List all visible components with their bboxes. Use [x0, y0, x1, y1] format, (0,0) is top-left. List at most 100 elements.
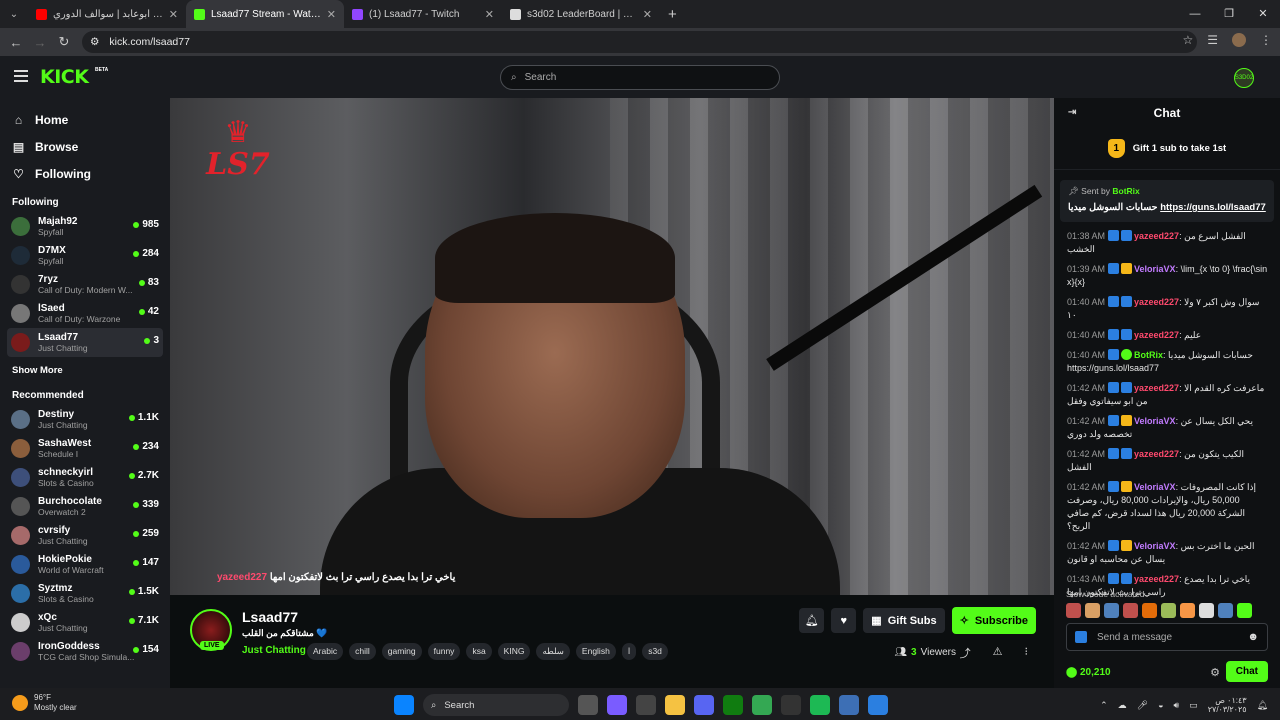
- mic-icon[interactable]: 🎤︎: [1137, 700, 1148, 711]
- stream-tag[interactable]: funny: [427, 643, 461, 660]
- emote-icon[interactable]: [1066, 603, 1081, 618]
- follow-button[interactable]: ♥: [831, 608, 857, 633]
- stream-category[interactable]: Just Chatting: [242, 645, 306, 656]
- stream-tag[interactable]: ksa: [466, 643, 492, 660]
- chat-input[interactable]: Send a message ☻: [1066, 623, 1268, 651]
- stream-tag[interactable]: gaming: [381, 643, 422, 660]
- stream-tag[interactable]: سلطه: [536, 643, 570, 660]
- collapse-chat-icon[interactable]: ⇥: [1068, 107, 1076, 118]
- kick-logo[interactable]: KICK: [40, 66, 89, 88]
- forward-icon[interactable]: →: [28, 35, 52, 50]
- streamer-name[interactable]: Lsaad77: [242, 609, 298, 625]
- send-chat-button[interactable]: Chat: [1225, 661, 1268, 682]
- steam-icon[interactable]: [781, 695, 801, 715]
- message-username[interactable]: yazeed227: [1134, 383, 1179, 393]
- show-more-link[interactable]: Show More: [0, 357, 170, 380]
- file-explorer-icon[interactable]: [665, 695, 685, 715]
- message-username[interactable]: yazeed227: [1134, 330, 1179, 340]
- notification-icon[interactable]: 🔔︎: [1257, 700, 1268, 711]
- close-window-icon[interactable]: ✕: [1246, 0, 1280, 28]
- sidebar-channel[interactable]: xQc Just Chatting 7.1K: [7, 608, 163, 637]
- hamburger-menu-icon[interactable]: [14, 70, 28, 82]
- stream-tag[interactable]: s3d: [642, 643, 668, 660]
- close-tab-icon[interactable]: ✕: [485, 8, 494, 21]
- close-tab-icon[interactable]: ✕: [327, 8, 336, 21]
- copilot-icon[interactable]: [607, 695, 627, 715]
- tab-search-icon[interactable]: ⌄: [0, 0, 28, 28]
- message-username[interactable]: yazeed227: [1134, 231, 1179, 241]
- sidebar-channel[interactable]: 7ryz Call of Duty: Modern W... 83: [7, 270, 163, 299]
- sidebar-channel[interactable]: IronGoddess TCG Card Shop Simula... 154: [7, 637, 163, 666]
- stream-tag[interactable]: English: [575, 643, 616, 660]
- browser-menu-icon[interactable]: ⋮: [1260, 33, 1272, 47]
- sidebar-nav-browse[interactable]: ▤ Browse: [12, 133, 170, 160]
- emote-icon[interactable]: [1161, 603, 1176, 618]
- store-icon[interactable]: [636, 695, 656, 715]
- sidebar-channel[interactable]: HokiePokie World of Warcraft 147: [7, 550, 163, 579]
- sidebar-channel[interactable]: Lsaad77 Just Chatting 3: [7, 328, 163, 357]
- emote-icon[interactable]: [1199, 603, 1214, 618]
- weather-widget[interactable]: 96°F Mostly clear: [12, 693, 77, 713]
- xbox-icon[interactable]: [723, 695, 743, 715]
- emote-icon[interactable]: [1142, 603, 1157, 618]
- profile-avatar[interactable]: [1232, 33, 1246, 47]
- emote-icon[interactable]: [1218, 603, 1233, 618]
- address-bar[interactable]: ⚙ kick.com/lsaad77: [82, 31, 1197, 53]
- sidebar-channel[interactable]: Burchocolate Overwatch 2 339: [7, 492, 163, 521]
- message-username[interactable]: VeloriaVX: [1134, 264, 1176, 274]
- sidebar-channel[interactable]: Destiny Just Chatting 1.1K: [7, 405, 163, 434]
- start-icon[interactable]: [394, 695, 414, 715]
- search-input[interactable]: ⌕ Search: [500, 65, 780, 90]
- minimize-icon[interactable]: —: [1178, 0, 1212, 28]
- discord-icon[interactable]: [694, 695, 714, 715]
- report-icon[interactable]: ⚠: [993, 645, 1003, 661]
- gift-leaderboard[interactable]: 1 Gift 1 sub to take 1st: [1054, 128, 1280, 170]
- subscribe-button[interactable]: ✧ Subscribe: [951, 607, 1036, 634]
- browser-tab-leaderboard[interactable]: s3d02 LeaderBoard | The best C ✕: [502, 0, 660, 28]
- taskbar-search[interactable]: ⌕ Search: [423, 694, 569, 716]
- sidebar-channel[interactable]: schneckyirl Slots & Casino 2.7K: [7, 463, 163, 492]
- new-tab-icon[interactable]: +: [668, 6, 677, 23]
- reading-list-icon[interactable]: ☰: [1207, 33, 1218, 47]
- site-info-icon[interactable]: ⚙: [90, 36, 99, 48]
- emoji-icon[interactable]: ☻: [1247, 631, 1259, 643]
- sidebar-channel[interactable]: D7MX Spyfall 284: [7, 241, 163, 270]
- sidebar-nav-following[interactable]: ♡ Following: [12, 160, 170, 187]
- emote-icon[interactable]: [1180, 603, 1195, 618]
- close-tab-icon[interactable]: ✕: [643, 8, 652, 21]
- stream-tag[interactable]: chill: [349, 643, 376, 660]
- clock[interactable]: ٠١:٤٣ ص ٢٧/٠٣/٢٠٢٥: [1208, 696, 1247, 714]
- volume-icon[interactable]: 🔊︎: [1174, 700, 1180, 711]
- more-options-icon[interactable]: ⁝: [1025, 645, 1029, 661]
- message-username[interactable]: VeloriaVX: [1134, 482, 1176, 492]
- message-username[interactable]: yazeed227: [1134, 574, 1179, 584]
- message-username[interactable]: BotRix: [1134, 350, 1163, 360]
- task-view-icon[interactable]: [578, 695, 598, 715]
- chat-settings-icon[interactable]: ⚙: [1210, 666, 1220, 679]
- reload-icon[interactable]: ↻: [52, 34, 76, 50]
- chrome-icon[interactable]: [752, 695, 772, 715]
- app-icon[interactable]: [810, 695, 830, 715]
- message-username[interactable]: yazeed227: [1134, 297, 1179, 307]
- video-player[interactable]: ♛ LS7 yazeed227 ياخي ترا بدا يصدع راسي ت…: [170, 98, 1054, 595]
- cloud-icon[interactable]: ☁: [1118, 700, 1127, 711]
- emote-icon[interactable]: [1085, 603, 1100, 618]
- back-icon[interactable]: ←: [4, 35, 28, 50]
- tray-chevron-icon[interactable]: ⌃: [1100, 700, 1108, 711]
- browser-tab-youtube[interactable]: عشاء مع ابوعابد | سوالف الدوري ✕: [28, 0, 186, 28]
- browser-tab-kick[interactable]: Lsaad77 Stream - Watch Live o ✕: [186, 0, 344, 28]
- sidebar-channel[interactable]: SashaWest Schedule I 234: [7, 434, 163, 463]
- app-icon[interactable]: [868, 695, 888, 715]
- stream-tag[interactable]: KING: [497, 643, 531, 660]
- message-username[interactable]: VeloriaVX: [1134, 416, 1176, 426]
- message-username[interactable]: yazeed227: [1134, 449, 1179, 459]
- user-avatar[interactable]: S3D02: [1234, 68, 1254, 88]
- bookmark-star-icon[interactable]: ☆: [1182, 33, 1193, 47]
- maximize-icon[interactable]: ❐: [1212, 0, 1246, 28]
- sidebar-channel[interactable]: lSaed Call of Duty: Warzone 42: [7, 299, 163, 328]
- share-icon[interactable]: ⤴: [960, 645, 971, 661]
- browser-tab-twitch[interactable]: (1) Lsaad77 - Twitch ✕: [344, 0, 502, 28]
- battery-icon[interactable]: ▭: [1189, 700, 1198, 711]
- sidebar-channel[interactable]: Syztmz Slots & Casino 1.5K: [7, 579, 163, 608]
- notification-bell-button[interactable]: 🔔︎: [799, 608, 825, 633]
